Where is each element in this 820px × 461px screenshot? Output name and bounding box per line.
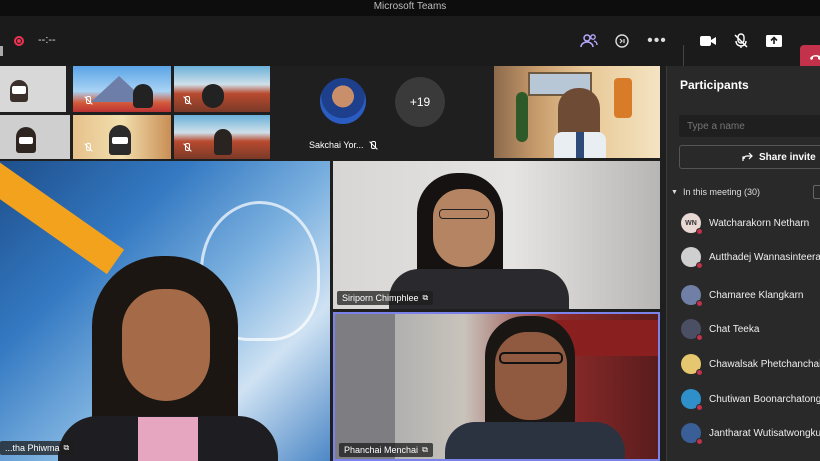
- participant-name: Chamaree Klangkarn: [709, 289, 804, 301]
- avatar: WN: [681, 213, 703, 235]
- participant-row[interactable]: Chawalsak Phetchanchai: [681, 351, 820, 377]
- sidebar-toggle[interactable]: [0, 46, 3, 56]
- participant-name: Siriporn Chimphlee: [342, 293, 419, 303]
- panel-title: Participants: [680, 78, 749, 92]
- raise-hand-icon[interactable]: [612, 16, 634, 66]
- video-tile[interactable]: Siriporn Chimphlee ⧉: [333, 161, 660, 309]
- participant-row[interactable]: Chutiwan Boonarchatong: [681, 386, 820, 412]
- participants-panel: Participants Share invite ▼ In this meet…: [666, 66, 820, 461]
- mic-off-icon[interactable]: [730, 16, 752, 66]
- participant-name-label: Sakchai Yor...: [304, 138, 382, 152]
- share-icon: [742, 152, 753, 161]
- video-tile[interactable]: ...tha Phiwma ⧉: [0, 161, 330, 461]
- overflow-count: +19: [409, 95, 431, 109]
- status-badge: [696, 334, 703, 341]
- video-thumbnail[interactable]: [0, 115, 70, 159]
- avatar: [681, 285, 703, 307]
- avatar: [681, 247, 703, 269]
- participant-row[interactable]: WN Watcharakorn Netharn: [681, 210, 809, 236]
- status-badge: [696, 404, 703, 411]
- section-label: In this meeting (30): [682, 187, 760, 197]
- participant-name: Chat Teeka: [709, 323, 760, 335]
- video-tile[interactable]: [494, 66, 660, 158]
- video-thumbnail[interactable]: [73, 66, 171, 112]
- camera-icon[interactable]: [697, 16, 719, 66]
- mic-off-icon: [83, 143, 92, 152]
- mic-off-icon: [182, 96, 191, 105]
- people-icon[interactable]: [578, 16, 600, 66]
- mute-all-button[interactable]: [813, 185, 820, 199]
- participant-avatar-tile[interactable]: Sakchai Yor...: [300, 72, 390, 152]
- share-status-icon: ⧉: [422, 293, 429, 302]
- participant-name: Chutiwan Boonarchatong: [709, 393, 820, 405]
- participant-name-label: Phanchai Menchai ⧉: [339, 443, 433, 457]
- avatar: [681, 389, 703, 411]
- share-status-icon: ⧉: [422, 445, 428, 454]
- participant-row[interactable]: Chat Teeka: [681, 316, 759, 342]
- recording-icon: [14, 36, 24, 46]
- share-status-icon: ⧉: [63, 443, 70, 452]
- participant-name: Watcharakorn Netharn: [709, 217, 810, 229]
- video-thumbnail[interactable]: [174, 66, 270, 112]
- participant-name: ...tha Phiwma: [5, 443, 60, 453]
- share-invite-button[interactable]: Share invite: [679, 145, 820, 169]
- participant-row[interactable]: Autthadej Wannasinteerak: [681, 244, 820, 270]
- in-meeting-section-toggle[interactable]: ▼ In this meeting (30): [671, 187, 760, 197]
- status-badge: [696, 228, 703, 235]
- avatar: [318, 76, 368, 126]
- video-thumbnail[interactable]: [174, 115, 270, 159]
- participant-row[interactable]: Chamaree Klangkarn: [681, 282, 804, 308]
- mic-off-icon: [182, 143, 191, 152]
- status-badge: [696, 369, 703, 376]
- participant-name: Sakchai Yor...: [309, 140, 364, 150]
- avatar-initials: WN: [685, 219, 697, 227]
- window-title: Microsoft Teams: [0, 0, 820, 16]
- status-badge: [696, 300, 703, 307]
- participant-name-label: Siriporn Chimphlee ⧉: [337, 291, 434, 305]
- meeting-timer: --:--: [38, 34, 56, 46]
- status-badge: [696, 438, 703, 445]
- overflow-participants-button[interactable]: +19: [395, 77, 445, 127]
- chevron-down-icon: ▼: [671, 188, 678, 196]
- meeting-toolbar: --:-- •••: [0, 16, 820, 69]
- mic-off-icon: [368, 140, 377, 150]
- participant-name: Phanchai Menchai: [344, 445, 419, 455]
- video-stage: Sakchai Yor... +19 ...tha Phiwma ⧉ Sirip…: [0, 66, 666, 461]
- video-tile-active[interactable]: Phanchai Menchai ⧉: [333, 312, 660, 461]
- status-badge: [696, 262, 703, 269]
- more-icon[interactable]: •••: [646, 16, 668, 66]
- participant-name: Jantharat Wutisatwongkul: [709, 427, 820, 439]
- avatar: [681, 423, 703, 445]
- mic-off-icon: [83, 96, 92, 105]
- participant-name: Chawalsak Phetchanchai: [709, 358, 820, 370]
- share-screen-icon[interactable]: [763, 16, 785, 66]
- search-input[interactable]: [679, 115, 820, 137]
- video-thumbnail[interactable]: [0, 66, 66, 112]
- video-thumbnail[interactable]: [73, 115, 171, 159]
- share-invite-label: Share invite: [759, 151, 816, 163]
- participant-name-label: ...tha Phiwma ⧉: [0, 441, 75, 455]
- avatar: [681, 354, 703, 376]
- avatar: [681, 319, 703, 341]
- participant-row[interactable]: Jantharat Wutisatwongkul: [681, 420, 820, 446]
- participant-name: Autthadej Wannasinteerak: [709, 251, 820, 263]
